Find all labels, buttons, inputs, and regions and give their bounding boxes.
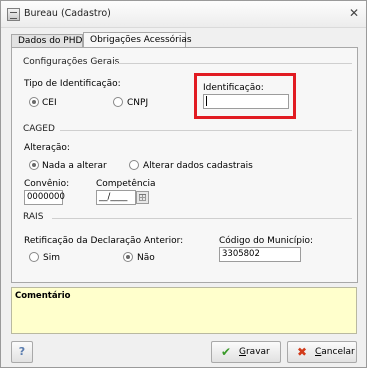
checkmark-icon: ✔	[221, 345, 232, 359]
help-icon: ?	[18, 345, 26, 358]
comment-label: Comentário	[15, 291, 71, 301]
calendar-icon[interactable]	[136, 191, 149, 204]
radio-nao-label[interactable]: Não	[137, 253, 155, 263]
identificacao-label: Identificação:	[203, 83, 264, 93]
comment-box[interactable]: Comentário	[11, 287, 357, 334]
radio-cei[interactable]	[29, 97, 39, 107]
convenio-label: Convênio:	[24, 179, 70, 189]
close-icon: ✕	[348, 6, 360, 20]
caged-divider	[60, 130, 352, 131]
window-app-icon	[7, 8, 20, 21]
background-strip	[0, 368, 367, 374]
text-caret	[206, 96, 207, 106]
title-bar: Bureau (Cadastro) ✕	[1, 1, 366, 28]
save-button-label: Gravar	[239, 347, 270, 357]
radio-nada-a-alterar[interactable]	[29, 160, 39, 170]
rais-divider	[52, 218, 352, 219]
window-title: Bureau (Cadastro)	[24, 8, 111, 19]
config-divider	[116, 63, 352, 64]
cancel-x-icon: ✖	[297, 345, 308, 359]
alteracao-label: Alteração:	[24, 143, 70, 153]
municipio-label: Código do Município:	[219, 236, 314, 246]
identificacao-input[interactable]	[203, 94, 289, 109]
help-button[interactable]: ?	[11, 341, 33, 363]
radio-alterar-dados-cadastrais-label[interactable]: Alterar dados cadastrais	[143, 161, 253, 171]
bureau-window: Bureau (Cadastro) ✕ Dados do PHD Obrigaç…	[0, 0, 367, 368]
radio-cnpj[interactable]	[113, 97, 123, 107]
competencia-label: Competência	[96, 179, 156, 189]
tab-obrigacoes-acessorias[interactable]: Obrigações Acessórias	[83, 32, 192, 48]
radio-nao[interactable]	[123, 252, 133, 262]
close-button[interactable]: ✕	[346, 6, 362, 22]
cancel-button-label: Cancelar	[315, 347, 355, 357]
convenio-input[interactable]: 0000000	[24, 190, 65, 205]
radio-nada-a-alterar-label[interactable]: Nada a alterar	[42, 161, 107, 171]
tab-dados-do-phd[interactable]: Dados do PHD	[11, 34, 83, 47]
radio-sim-label[interactable]: Sim	[43, 253, 60, 263]
municipio-input[interactable]: 3305802	[219, 247, 301, 262]
radio-sim[interactable]	[29, 252, 39, 262]
radio-cei-label[interactable]: CEI	[42, 98, 57, 108]
config-section-title: Configurações Gerais	[23, 57, 120, 67]
rais-section-title: RAIS	[23, 212, 44, 222]
tipo-identificacao-label: Tipo de Identificação:	[24, 79, 121, 89]
competencia-input[interactable]: __/____	[96, 190, 136, 205]
cancel-button[interactable]: ✖ Cancelar	[287, 341, 357, 363]
caged-section-title: CAGED	[23, 124, 55, 134]
obrigacoes-panel: Configurações Gerais Tipo de Identificaç…	[11, 47, 358, 283]
save-button[interactable]: ✔ Gravar	[211, 341, 281, 363]
radio-cnpj-label[interactable]: CNPJ	[127, 98, 148, 108]
radio-alterar-dados-cadastrais[interactable]	[129, 160, 139, 170]
retificacao-label: Retificação da Declaração Anterior:	[24, 236, 184, 246]
